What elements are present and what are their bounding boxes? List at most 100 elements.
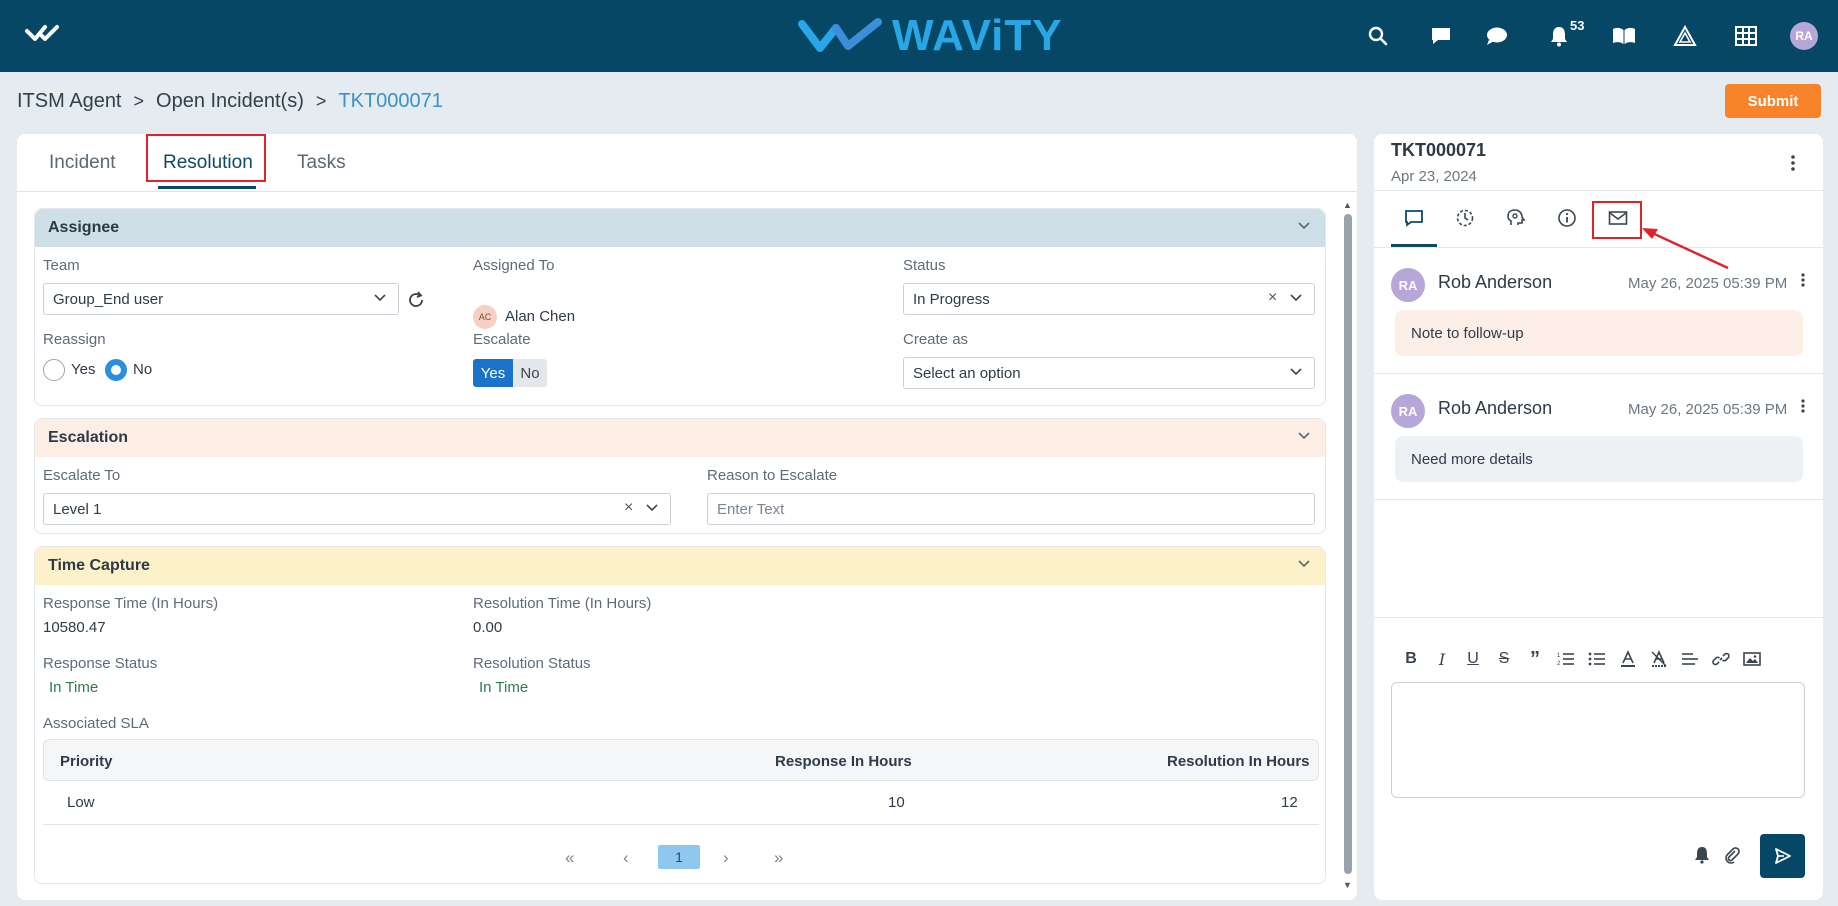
assignee-avatar: AC — [473, 305, 497, 329]
escalate-to-select[interactable]: Level 1 × — [43, 493, 671, 525]
text-color-icon[interactable] — [1617, 648, 1639, 670]
search-icon[interactable] — [1365, 23, 1391, 49]
bold-icon[interactable]: B — [1400, 648, 1422, 670]
breadcrumb-item-itsm-agent[interactable]: ITSM Agent — [17, 90, 122, 113]
column-header-response[interactable]: Response In Hours — [775, 753, 912, 770]
resolution-tab-highlight — [146, 134, 266, 182]
status-label: Status — [903, 257, 946, 274]
submit-button[interactable]: Submit — [1725, 84, 1821, 118]
response-time-value: 10580.47 — [43, 619, 106, 636]
status-select[interactable]: In Progress × — [903, 283, 1315, 315]
sla-table-header: Priority Response In Hours Resolution In… — [43, 739, 1319, 781]
tab-tasks[interactable]: Tasks — [297, 152, 346, 174]
chevron-down-icon — [374, 294, 386, 302]
incident-detail-panel: Incident Resolution Tasks Assignee Team … — [17, 134, 1357, 900]
bullet-list-icon[interactable] — [1586, 648, 1608, 670]
user-avatar[interactable]: RA — [1790, 22, 1818, 50]
current-page[interactable]: 1 — [658, 845, 700, 869]
image-icon[interactable] — [1741, 648, 1763, 670]
breadcrumb-separator: > — [315, 91, 327, 111]
escalation-section-header[interactable]: Escalation — [35, 419, 1325, 457]
assignee-section-header[interactable]: Assignee — [35, 209, 1325, 247]
ordered-list-icon[interactable]: 12 — [1555, 648, 1577, 670]
grid-icon[interactable] — [1733, 23, 1759, 49]
column-header-resolution[interactable]: Resolution In Hours — [1167, 753, 1310, 770]
reassign-no-label[interactable]: No — [133, 361, 152, 378]
send-button[interactable] — [1760, 834, 1805, 878]
note-text: Need more details — [1395, 436, 1803, 482]
tab-incident[interactable]: Incident — [49, 152, 116, 174]
escalate-no-option[interactable]: No — [513, 359, 547, 387]
triangle-icon[interactable] — [1672, 23, 1698, 49]
note-editor[interactable] — [1391, 682, 1805, 798]
active-tab-indicator — [158, 186, 256, 189]
create-as-select[interactable]: Select an option — [903, 357, 1315, 389]
clear-icon[interactable]: × — [1268, 289, 1277, 307]
email-tab-highlight — [1592, 201, 1642, 239]
history-icon[interactable] — [1454, 207, 1476, 229]
bell-icon[interactable] — [1546, 23, 1572, 49]
column-header-priority[interactable]: Priority — [60, 753, 113, 770]
clear-format-icon[interactable] — [1648, 648, 1670, 670]
escalation-section: Escalation Escalate To Level 1 × Reason … — [34, 418, 1326, 534]
reason-label: Reason to Escalate — [707, 467, 838, 484]
last-page-icon[interactable]: » — [774, 848, 783, 868]
reassign-no-radio[interactable] — [105, 359, 127, 381]
scroll-down-icon[interactable]: ▼ — [1343, 880, 1352, 890]
note-item: RA Rob Anderson May 26, 2025 05:39 PM No… — [1374, 248, 1823, 374]
response-status-label: Response Status — [43, 655, 158, 672]
prev-page-icon[interactable]: ‹ — [623, 848, 629, 868]
ai-assist-icon[interactable] — [1505, 207, 1527, 229]
time-capture-section-header[interactable]: Time Capture — [35, 547, 1325, 585]
quote-icon[interactable]: ” — [1524, 648, 1546, 670]
scrollbar-thumb[interactable] — [1344, 214, 1352, 874]
scroll-up-icon[interactable]: ▲ — [1343, 200, 1352, 210]
home-check-icon[interactable] — [24, 22, 70, 48]
cell-priority: Low — [67, 794, 95, 811]
chat-square-icon[interactable] — [1428, 23, 1454, 49]
note-options-icon[interactable] — [1800, 272, 1806, 292]
clear-icon[interactable]: × — [624, 499, 633, 517]
align-icon[interactable] — [1679, 648, 1701, 670]
info-icon[interactable] — [1556, 207, 1578, 229]
link-icon[interactable] — [1710, 648, 1732, 670]
resolution-status-label: Resolution Status — [473, 655, 591, 672]
team-value: Group_End user — [53, 290, 164, 308]
reassign-yes-radio[interactable] — [43, 359, 65, 381]
note-author-avatar: RA — [1391, 268, 1425, 302]
chevron-down-icon — [646, 504, 658, 512]
notes-icon[interactable] — [1403, 207, 1425, 229]
reason-placeholder: Enter Text — [717, 500, 785, 518]
cell-resolution: 12 — [1281, 794, 1298, 811]
breadcrumb: ITSM Agent > Open Incident(s) > TKT00007… — [17, 90, 443, 113]
notify-bell-icon[interactable] — [1694, 846, 1710, 868]
reason-input[interactable]: Enter Text — [707, 493, 1315, 525]
escalate-yes-option[interactable]: Yes — [473, 359, 513, 387]
assigned-to-value: Alan Chen — [505, 308, 576, 325]
create-as-label: Create as — [903, 331, 969, 348]
chat-bubble-icon[interactable] — [1484, 23, 1510, 49]
refresh-icon[interactable] — [407, 291, 425, 313]
italic-icon[interactable]: I — [1431, 648, 1453, 670]
reassign-yes-label[interactable]: Yes — [71, 361, 95, 378]
attachment-icon[interactable] — [1724, 846, 1740, 868]
activity-tabs — [1374, 190, 1823, 248]
pagination: « ‹ 1 › » — [35, 845, 1327, 871]
section-title: Time Capture — [48, 557, 150, 574]
first-page-icon[interactable]: « — [565, 848, 574, 868]
strikethrough-icon[interactable]: S — [1493, 648, 1515, 670]
resolution-time-label: Resolution Time (In Hours) — [473, 595, 652, 612]
team-select[interactable]: Group_End user — [43, 283, 399, 315]
book-icon[interactable] — [1611, 23, 1637, 49]
more-options-icon[interactable] — [1790, 154, 1796, 176]
brand-logo: WAViTY — [798, 14, 1063, 58]
next-page-icon[interactable]: › — [723, 848, 729, 868]
escalate-toggle[interactable]: Yes No — [473, 359, 547, 387]
notification-count-badge: 53 — [1570, 18, 1585, 33]
ticket-date: Apr 23, 2024 — [1391, 168, 1477, 185]
divider — [1374, 617, 1823, 618]
breadcrumb-item-open-incidents[interactable]: Open Incident(s) — [156, 90, 304, 113]
underline-icon[interactable]: U — [1462, 648, 1484, 670]
note-options-icon[interactable] — [1800, 398, 1806, 418]
chevron-down-icon — [1298, 560, 1310, 568]
